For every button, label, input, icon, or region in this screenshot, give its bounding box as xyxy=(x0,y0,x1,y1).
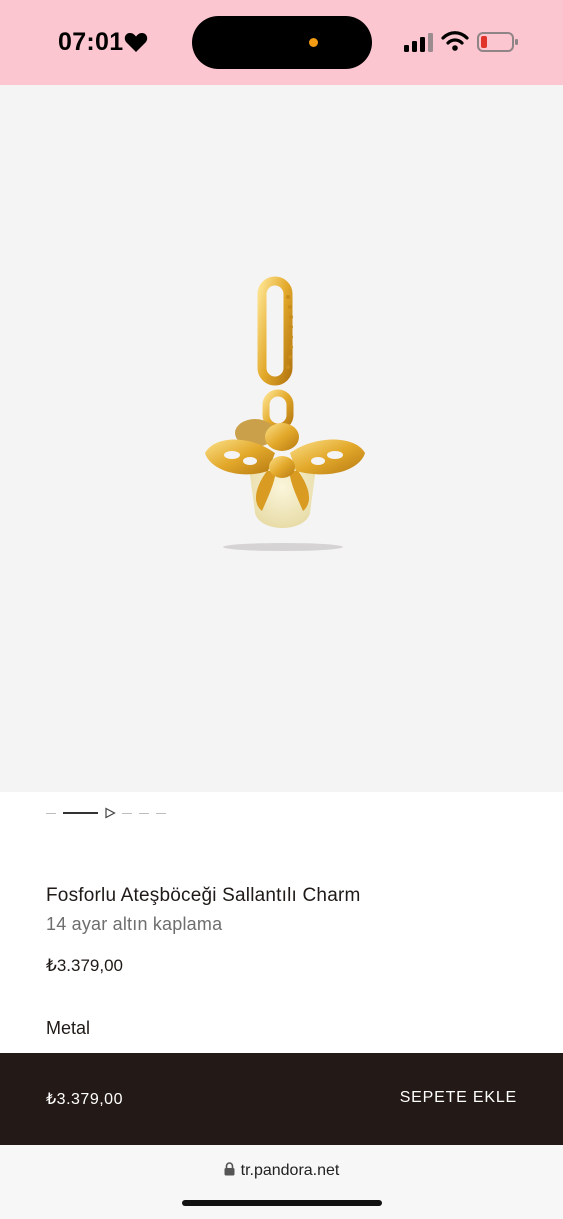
battery-icon xyxy=(477,32,518,52)
signal-icon xyxy=(404,33,433,52)
url-display[interactable]: tr.pandora.net xyxy=(0,1162,563,1180)
dynamic-island xyxy=(192,16,372,69)
sticky-price: ₺3.379,00 xyxy=(46,1091,123,1108)
carousel-dot[interactable] xyxy=(122,813,132,814)
product-material: 14 ayar altın kaplama xyxy=(46,914,223,934)
product-image-gallery[interactable] xyxy=(0,85,563,792)
add-to-cart-button[interactable]: SEPETE EKLE xyxy=(400,1089,517,1107)
metal-section-label: Metal xyxy=(46,1018,91,1038)
carousel-dot[interactable] xyxy=(156,813,166,814)
heart-icon xyxy=(124,32,148,52)
carousel-dot-active[interactable] xyxy=(63,812,98,814)
carousel-dot[interactable] xyxy=(46,813,56,814)
carousel-dot[interactable] xyxy=(139,813,149,814)
browser-address-bar[interactable] xyxy=(0,1145,563,1219)
product-price: ₺3.379,00 xyxy=(46,956,123,975)
home-indicator[interactable] xyxy=(182,1200,382,1206)
firefly-charm-image xyxy=(205,276,365,551)
wifi-icon xyxy=(441,31,469,51)
privacy-indicator-dot xyxy=(309,38,318,47)
play-icon[interactable] xyxy=(104,807,116,819)
product-title: Fosforlu Ateşböceği Sallantılı Charm xyxy=(46,885,361,906)
status-time: 07:01 xyxy=(58,28,124,56)
url-text: tr.pandora.net xyxy=(240,1162,340,1179)
carousel-indicators xyxy=(46,806,176,820)
lock-icon xyxy=(224,1162,235,1176)
